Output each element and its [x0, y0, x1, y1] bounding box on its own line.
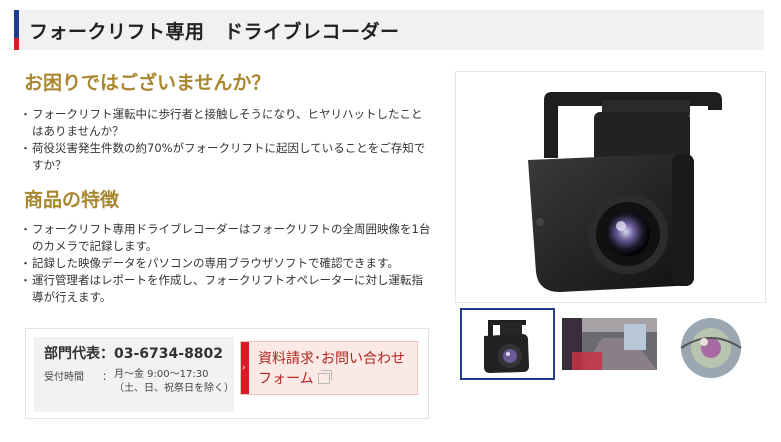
features-list: フォークリフト専用ドライブレコーダーはフォークリフトの全周囲映像を1台のカメラで…: [20, 221, 432, 306]
phone-number: 部門代表：03-6734-8802: [44, 346, 224, 362]
list-item: フォークリフト運転中に歩行者と接触しそうになり、ヒヤリハットしたことはありません…: [20, 106, 432, 140]
list-item: 記録した映像データをパソコンの専用ブラウザソフトで確認できます。: [20, 255, 432, 272]
external-window-icon: [317, 370, 332, 384]
problems-list: フォークリフト運転中に歩行者と接触しそうになり、ヒヤリハットしたことはありません…: [20, 106, 432, 174]
main-product-image: [455, 71, 766, 303]
page-title-bar: フォークリフト専用 ドライブレコーダー: [14, 10, 764, 50]
hours-text: 月〜金 9:00〜17:30（土、日、祝祭日を除く）: [114, 369, 234, 394]
contact-box: 部門代表：03-6734-8802 受付時間 ： 月〜金 9:00〜17:30（…: [25, 328, 429, 419]
chevron-right-icon: ›: [242, 363, 246, 373]
page-title: フォークリフト専用 ドライブレコーダー: [29, 21, 400, 43]
contact-info: 部門代表：03-6734-8802 受付時間 ： 月〜金 9:00〜17:30（…: [34, 337, 234, 412]
inquiry-form-label: 資料請求･お問い合わせフォーム: [258, 351, 405, 387]
list-item: 荷役災害発生件数の約70%がフォークリフトに起因していることをご存知ですか？: [20, 140, 432, 174]
thumbnail-fisheye-view[interactable]: [664, 308, 759, 380]
thumbnail-forklift-view[interactable]: [562, 308, 657, 380]
problems-heading: お困りではございませんか？: [24, 72, 271, 94]
list-item: 運行管理者はレポートを作成し、フォークリフトオペレーターに対し運転指導が行えます…: [20, 272, 432, 306]
features-heading: 商品の特徴: [24, 189, 120, 211]
title-accent-strip: [14, 38, 19, 50]
thumbnail-camera[interactable]: [460, 308, 555, 380]
inquiry-form-button[interactable]: › 資料請求･お問い合わせフォーム: [240, 341, 418, 395]
hours-label: 受付時間: [44, 372, 84, 383]
hours-colon: ：: [102, 372, 112, 383]
list-item: フォークリフト専用ドライブレコーダーはフォークリフトの全周囲映像を1台のカメラで…: [20, 221, 432, 255]
